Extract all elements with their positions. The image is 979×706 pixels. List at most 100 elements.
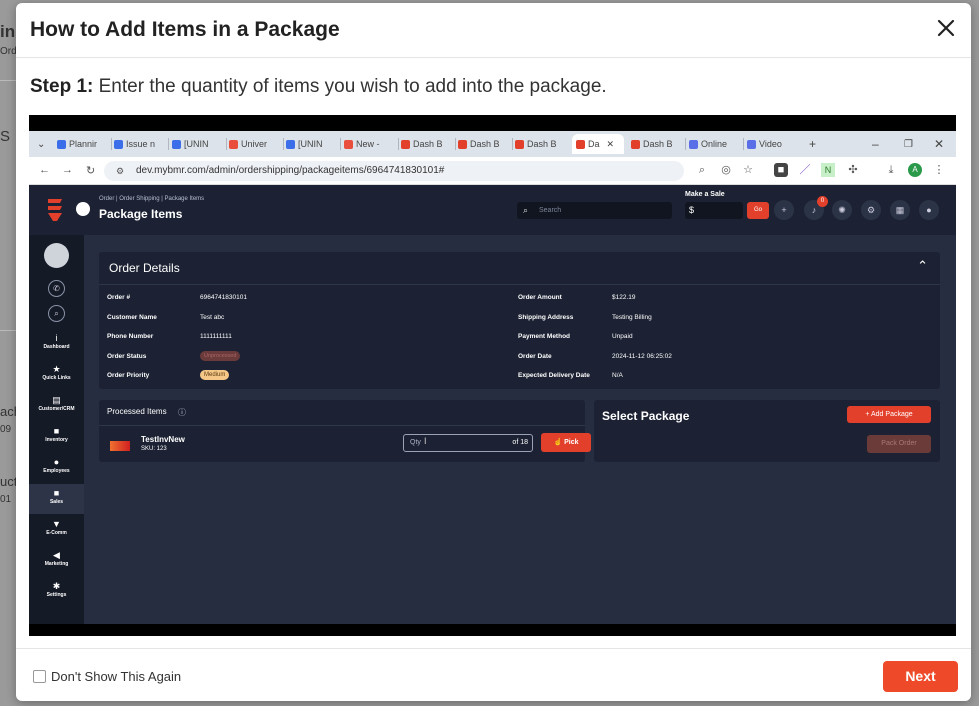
sidebar-item-inventory: ■ Inventory <box>29 422 84 452</box>
sidebar-item-e-comm: ▼ E-Comm <box>29 515 84 545</box>
bg-divider <box>0 80 16 81</box>
browser-tab: Plannir <box>57 134 107 154</box>
processed-items-panel: Processed Items ⓘ TestInvNew SKU: 123 Qt… <box>99 400 591 462</box>
sidebar-icon: ■ <box>53 488 60 498</box>
tab-separator <box>111 138 112 150</box>
tab-favicon-icon <box>172 139 181 149</box>
sidebar-item-label: Quick Links <box>42 375 71 381</box>
detail-value: Test abc <box>200 313 225 321</box>
apps-grid-icon: ▦ <box>890 200 910 220</box>
bg-fragment: S <box>0 128 11 145</box>
bulb-icon: ✺ <box>832 200 852 220</box>
qty-placeholder: Qty <box>410 439 421 446</box>
reload-icon: ↻ <box>86 165 96 177</box>
detail-value: $122.19 <box>612 294 636 301</box>
dont-show-checkbox[interactable] <box>33 670 46 683</box>
qty-available: of 18 <box>512 439 528 446</box>
tutorial-screenshot: ⌄ Plannir Issue n [UNIN Univer [UNIN New - Das… <box>29 115 956 636</box>
sidebar-item-quick-links: ★ Quick Links <box>29 360 84 390</box>
sidebar-item-employees: ● Employees <box>29 453 84 483</box>
browser-tab: [UNIN <box>172 134 222 154</box>
chevron-up-icon: ⌃ <box>917 258 928 273</box>
tab-label: Dash B <box>413 139 443 149</box>
step-instruction: Step 1: Enter the quantity of items you … <box>30 76 607 98</box>
plus-icon: + <box>865 411 870 418</box>
tab-separator <box>340 138 341 150</box>
sidebar-item-customer-crm: ▤ Customer/CRM <box>29 391 84 421</box>
detail-value: Testing Billing <box>612 313 652 321</box>
detail-label: Order # <box>107 294 131 301</box>
quantity-input: Qty I of 18 <box>403 434 533 452</box>
browser-tab: Issue n <box>114 134 164 154</box>
hand-icon: ☝ <box>553 439 563 446</box>
settings-icon: ⚙ <box>861 200 881 220</box>
add-package-label: Add Package <box>871 411 913 418</box>
tab-favicon-icon <box>286 139 295 149</box>
tab-label: Da <box>588 139 600 149</box>
app-content: Order Details ⌃ Order # 6964741830101 Cust… <box>84 235 956 624</box>
priority-badge: Medium <box>200 370 230 380</box>
browser-tab: Da ✕ <box>572 134 624 154</box>
tab-separator <box>283 138 284 150</box>
browser-tab: Online <box>689 134 739 154</box>
search-placeholder: Search <box>539 207 562 214</box>
close-icon <box>937 19 955 37</box>
app-topbar: Order | Order Shipping | Package Items P… <box>29 185 956 235</box>
user-avatar <box>44 243 69 268</box>
search-input: ⌕ Search <box>517 202 672 219</box>
next-button[interactable]: Next <box>883 661 958 692</box>
menu-icon: ⋮ <box>933 164 945 176</box>
browser-tab: Dash B <box>458 134 508 154</box>
extension-icon: ■ <box>774 163 788 177</box>
sidebar-icon: i <box>55 333 58 343</box>
browser-tab: Dash B <box>631 134 681 154</box>
detail-label: Customer Name <box>107 313 157 321</box>
sidebar-item-label: Sales <box>49 499 64 505</box>
tab-favicon-icon <box>689 139 698 149</box>
bg-fragment: in <box>0 22 16 41</box>
tab-favicon-icon <box>229 139 238 149</box>
breadcrumb: Order | Order Shipping | Package Items <box>99 196 205 202</box>
bookmark-icon: ☆ <box>743 164 753 176</box>
modal-title: How to Add Items in a Package <box>30 18 340 41</box>
sidebar-icon: ■ <box>53 426 60 436</box>
search-icon: ⌕ <box>523 205 529 215</box>
tab-label: Issue n <box>126 139 156 149</box>
tab-separator <box>455 138 456 150</box>
sidebar-item-label: Marketing <box>44 561 69 567</box>
bg-fragment: uct <box>0 474 18 489</box>
modal-header: How to Add Items in a Package <box>16 3 971 58</box>
hide-icon: ◎ <box>721 164 731 176</box>
n-extension-icon: N <box>821 163 835 177</box>
detail-label: Order Priority <box>107 372 150 379</box>
tab-separator <box>226 138 227 150</box>
tab-label: New - <box>356 139 380 149</box>
tab-label: Online <box>701 139 728 149</box>
tab-separator <box>743 138 744 150</box>
sidebar-item-label: Dashboard <box>43 344 70 350</box>
modal-footer: Don't Show This Again Next <box>16 648 971 701</box>
forward-icon: → <box>62 164 73 176</box>
sidebar-item-label: Inventory <box>45 437 68 443</box>
select-package-panel: Select Package + Add Package Pack Order <box>594 400 940 462</box>
browser-tab: Video <box>747 134 797 154</box>
tab-separator <box>398 138 399 150</box>
app-sidebar: ✆ ⌕ i Dashboard ★ Quick Links ▤ Customer/CRM ■… <box>29 235 84 624</box>
text-cursor-icon: I <box>424 436 427 446</box>
add-icon: + <box>774 200 794 220</box>
detail-label: Payment Method <box>518 333 571 340</box>
sidebar-icon: ● <box>53 457 60 467</box>
detail-label: Order Amount <box>518 294 562 301</box>
sidebar-item-sales: ■ Sales <box>29 484 84 514</box>
close-button[interactable] <box>933 15 959 41</box>
tab-label: Plannir <box>69 139 98 149</box>
tab-favicon-icon <box>631 139 640 149</box>
status-badge: Unprocessed <box>200 350 241 361</box>
pen-extension-icon: ／ <box>799 164 811 176</box>
browser-tab: Dash B <box>401 134 451 154</box>
sidebar-item-label: E-Comm <box>46 530 67 536</box>
dont-show-label[interactable]: Don't Show This Again <box>51 669 181 684</box>
user-icon: ● <box>919 200 939 220</box>
profile-avatar: A <box>908 163 922 177</box>
select-package-title: Select Package <box>602 409 690 423</box>
